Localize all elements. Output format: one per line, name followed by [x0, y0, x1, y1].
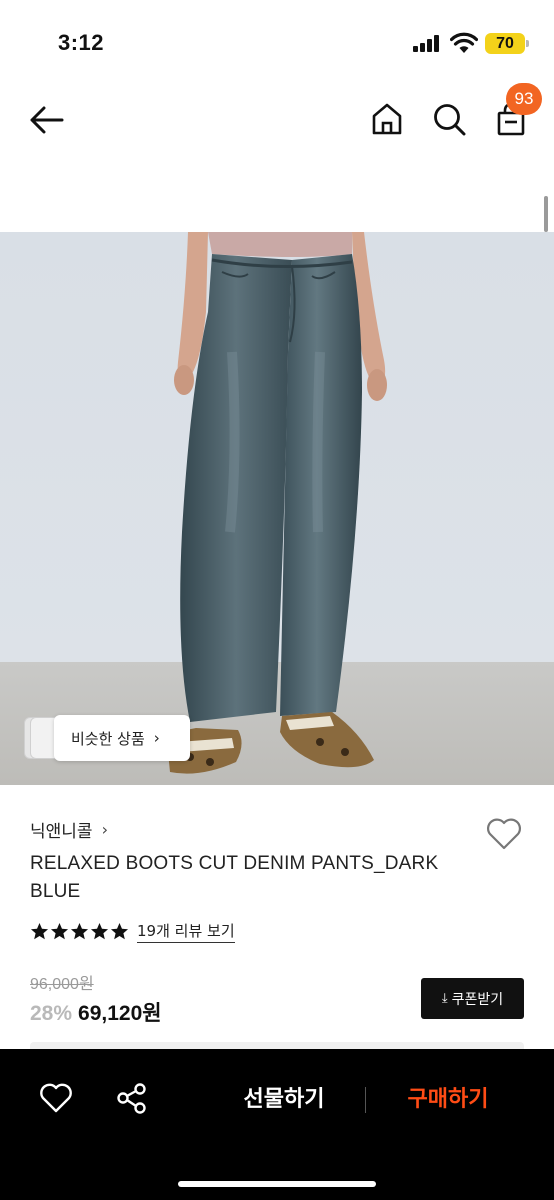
rating-row: 19개 리뷰 보기: [30, 920, 235, 943]
battery-icon: 70: [485, 33, 525, 54]
coupon-button[interactable]: ⤓ 쿠폰받기: [421, 978, 524, 1019]
price-row: 28% 69,120원: [30, 997, 162, 1027]
chevron-right-icon: ›: [153, 729, 160, 747]
discount-rate: 28%: [30, 1002, 73, 1025]
star-icon: [110, 922, 129, 940]
product-name: RELAXED BOOTS CUT DENIM PANTS_DARK BLUE: [30, 853, 439, 902]
similar-items-button[interactable]: 비슷한 상품 ›: [54, 715, 190, 761]
brand-link[interactable]: 닉앤니콜 ›: [30, 817, 108, 842]
wifi-icon: [450, 32, 478, 53]
original-price: 96,000원: [30, 976, 94, 993]
divider: [365, 1087, 366, 1113]
status-time: 3:12: [58, 30, 105, 55]
rating-stars: [30, 922, 129, 941]
brand-name: 닉앤니콜: [30, 822, 93, 842]
home-indicator: [178, 1181, 376, 1187]
buy-button[interactable]: 구매하기: [392, 1083, 504, 1117]
arrow-left-icon[interactable]: [26, 100, 66, 140]
scroll-indicator: [544, 196, 548, 232]
gift-button[interactable]: 선물하기: [226, 1083, 342, 1117]
star-icon: [70, 922, 89, 940]
share-icon[interactable]: [115, 1081, 149, 1115]
wishlist-heart-icon[interactable]: [484, 814, 524, 852]
signal-icon: [413, 34, 443, 52]
home-icon[interactable]: [368, 100, 406, 138]
star-icon: [90, 922, 109, 940]
chevron-right-icon: ›: [101, 820, 108, 839]
bottom-action-bar: 선물하기 구매하기: [0, 1049, 554, 1200]
cart-count-badge: 93: [506, 83, 542, 115]
top-nav: 93: [0, 80, 554, 160]
coupon-button-label: 쿠폰받기: [451, 991, 504, 1008]
battery-tip: [526, 40, 529, 47]
search-icon[interactable]: [430, 100, 468, 138]
star-icon: [50, 922, 69, 940]
heart-icon[interactable]: [38, 1081, 74, 1115]
download-icon: ⤓: [441, 991, 448, 1006]
review-link[interactable]: 19개 리뷰 보기: [137, 920, 235, 943]
similar-items-label: 비슷한 상품: [71, 729, 145, 748]
status-bar: 3:12 70: [0, 0, 554, 80]
sale-price: 69,120원: [78, 1002, 162, 1025]
product-image[interactable]: [0, 232, 554, 785]
star-icon: [30, 922, 49, 940]
